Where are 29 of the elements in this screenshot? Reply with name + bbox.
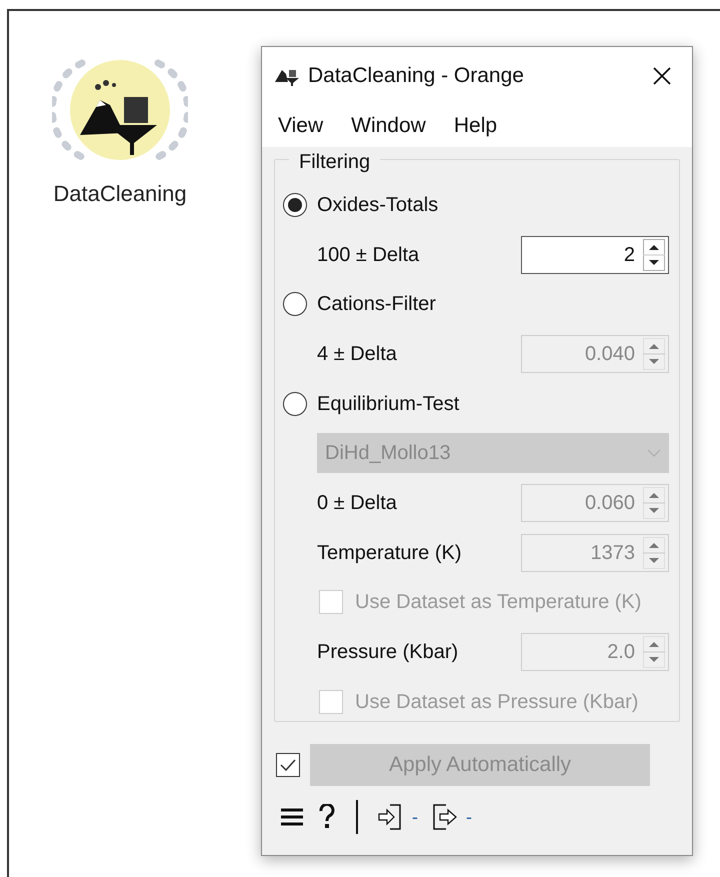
window-title: DataCleaning - Orange [308,63,524,90]
field-label: 0 ± Delta [317,490,397,516]
spin-box[interactable]: 2 [521,236,669,274]
output-icon[interactable] [432,803,458,831]
widget-label: DataCleaning [53,180,187,208]
input-icon[interactable] [378,803,404,831]
field-label: Temperature (K) [317,540,462,566]
radio-button[interactable] [283,392,307,416]
check-icon [280,759,296,771]
radio-button[interactable] [283,292,307,316]
option-label: Equilibrium-Test [317,392,460,417]
stepper-icon[interactable] [643,238,665,271]
menu-item[interactable]: View [268,110,334,142]
field-label: 4 ± Delta [317,342,397,367]
menu-item[interactable]: Window [341,110,436,142]
help-icon[interactable] [318,804,336,830]
option-label: Oxides-Totals [317,192,438,218]
menu-item[interactable]: Help [444,110,508,142]
close-icon [652,66,672,86]
checkbox-label: Use Dataset as Pressure (Kbar) [355,690,638,715]
menu-icon[interactable] [280,807,304,827]
field-label: 100 ± Delta [317,242,420,268]
option-label: Cations-Filter [317,292,436,318]
chevron-icon [647,449,661,458]
field-label: Pressure (Kbar) [317,640,458,666]
output-status: - [466,806,472,828]
radio-button[interactable] [283,192,307,217]
input-status: - [412,806,418,828]
checkbox-label: Use Dataset as Temperature (K) [355,590,642,616]
